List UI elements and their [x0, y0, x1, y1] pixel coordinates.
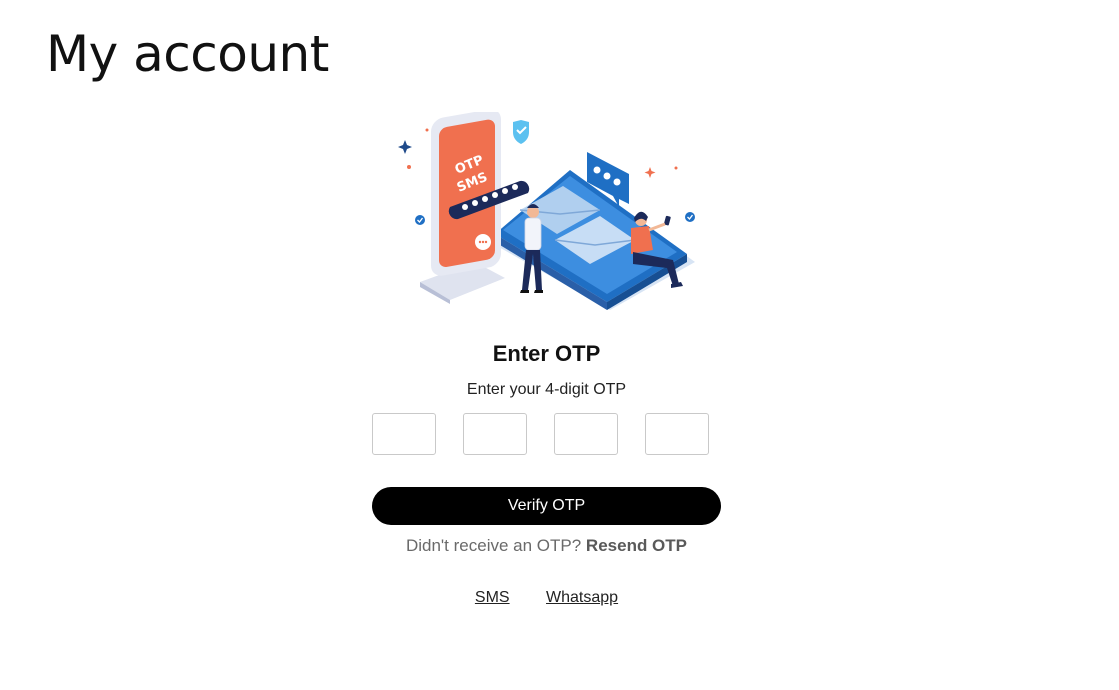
sms-channel-link[interactable]: SMS	[475, 589, 510, 606]
otp-digit-4-input[interactable]	[645, 413, 709, 455]
verify-otp-button[interactable]: Verify OTP	[372, 487, 721, 525]
otp-digit-2-input[interactable]	[463, 413, 527, 455]
otp-title: Enter OTP	[492, 341, 601, 366]
otp-illustration: OTP SMS	[398, 112, 695, 310]
otp-channel-links: SMS Whatsapp	[340, 588, 753, 608]
resend-otp-link[interactable]: Resend OTP	[586, 536, 687, 555]
otp-input-group	[372, 413, 712, 457]
my-account-page: My account OTP SMS Enter OTP Enter your …	[0, 0, 1119, 690]
page-title: My account	[46, 25, 329, 83]
shield-icon	[513, 120, 529, 144]
otp-digit-1-input[interactable]	[372, 413, 436, 455]
otp-subtitle: Enter your 4-digit OTP	[466, 381, 627, 398]
resend-otp-line: Didn't receive an OTP? Resend OTP	[340, 536, 753, 556]
otp-card: Enter OTP Enter your 4-digit OTP Verify …	[340, 336, 753, 606]
otp-digit-3-input[interactable]	[554, 413, 618, 455]
resend-prompt: Didn't receive an OTP?	[405, 536, 582, 555]
whatsapp-channel-link[interactable]: Whatsapp	[546, 589, 618, 606]
